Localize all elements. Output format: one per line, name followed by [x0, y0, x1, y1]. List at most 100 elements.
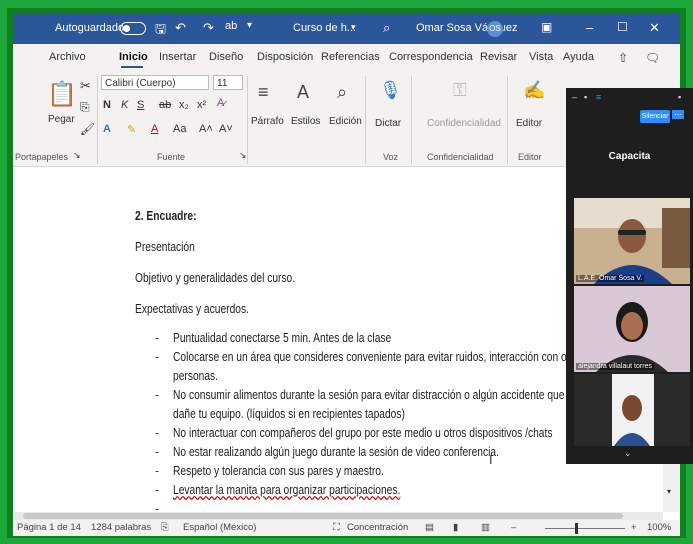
web-layout-icon[interactable]: ▥ [481, 522, 490, 533]
autosave-toggle[interactable] [120, 22, 146, 35]
proofing-icon[interactable]: ⎘ [161, 522, 169, 533]
change-case-icon[interactable]: Aa [173, 123, 186, 135]
group-label-font: Fuente [157, 152, 186, 162]
zoom-out-icon[interactable]: – [511, 522, 516, 533]
participant-video-frame-2 [574, 286, 690, 372]
tab-archivo[interactable]: Archivo [49, 51, 86, 63]
scroll-participants-icon[interactable]: ⌄ [624, 448, 632, 459]
title-bar: Autoguardado 🖫 ↶ ↷ ab ▾ Curso de h... ▾ … [13, 14, 680, 44]
panel-options-icon[interactable]: ▪ [678, 92, 681, 102]
paragraph-label[interactable]: Párrafo [251, 116, 284, 127]
microphone-icon[interactable]: 🎙 [379, 80, 402, 101]
dictate-label[interactable]: Dictar [375, 118, 401, 129]
font-name-select[interactable]: Calibri (Cuerpo) [101, 75, 209, 90]
word-count[interactable]: 1284 palabras [91, 522, 151, 533]
user-avatar[interactable]: OS [487, 21, 503, 37]
panel-minimize-icon[interactable]: – [572, 92, 577, 102]
confidentiality-icon[interactable]: ⚿ [453, 80, 467, 101]
close-icon[interactable]: ✕ [649, 20, 660, 36]
horizontal-scroll-thumb[interactable] [23, 513, 623, 519]
more-options-icon[interactable]: ⋯ [672, 110, 684, 119]
print-layout-icon[interactable]: ▮ [453, 522, 458, 533]
language-status[interactable]: Español (México) [183, 522, 256, 533]
subscript-button[interactable]: x₂ [179, 99, 189, 111]
styles-label[interactable]: Estilos [291, 116, 320, 127]
superscript-button[interactable]: x² [197, 99, 206, 111]
underline-button[interactable]: S [137, 99, 144, 111]
minimize-icon[interactable]: – [586, 20, 593, 35]
tab-disposicion[interactable]: Disposición [257, 51, 313, 63]
focus-mode[interactable]: Concentración [347, 522, 408, 533]
redo-icon[interactable]: ↷ [203, 20, 214, 36]
font-launcher-icon[interactable]: ↘ [239, 150, 247, 161]
confidentiality-label[interactable]: Confidencialidad [427, 118, 501, 129]
search-icon[interactable]: ⌕ [383, 20, 390, 36]
maximize-icon[interactable]: ☐ [617, 20, 628, 34]
silence-button[interactable]: Silenciar [640, 110, 670, 123]
group-label-clipboard: Portapapeles [15, 152, 69, 162]
grow-font-icon[interactable]: A˄ [199, 123, 213, 135]
editor-icon[interactable]: ✍ [523, 80, 545, 101]
autosave-label: Autoguardado [55, 22, 125, 34]
styles-icon[interactable]: A [297, 82, 309, 103]
text-effects-icon[interactable]: A [103, 123, 111, 135]
tab-correspondencia[interactable]: Correspondencia [389, 51, 473, 63]
participant-video[interactable]: alejandra villalaut torres [574, 286, 690, 372]
font-size-select[interactable]: 11 [213, 75, 243, 90]
panel-restore-icon[interactable]: ▪ [584, 92, 587, 102]
bold-button[interactable]: N [103, 99, 111, 111]
undo-icon[interactable]: ↶ [175, 20, 186, 36]
document-name[interactable]: Curso de h... [293, 22, 356, 34]
tab-insertar[interactable]: Insertar [159, 51, 196, 63]
spellcheck-icon[interactable]: ab [225, 20, 237, 32]
comments-icon[interactable]: 🗨 [645, 51, 660, 65]
participant-video-frame-1 [574, 198, 690, 284]
read-mode-icon[interactable]: ▤ [425, 522, 434, 533]
shrink-font-icon[interactable]: A˅ [219, 123, 233, 135]
share-icon[interactable]: ⇧ [618, 51, 628, 65]
tab-ayuda[interactable]: Ayuda [563, 51, 594, 63]
tab-revisar[interactable]: Revisar [480, 51, 517, 63]
editor-label[interactable]: Editor [516, 118, 542, 129]
ribbon-display-icon[interactable]: ▣ [541, 20, 552, 34]
tab-diseno[interactable]: Diseño [209, 51, 243, 63]
horizontal-scrollbar[interactable] [13, 512, 663, 520]
italic-button[interactable]: K [121, 99, 128, 111]
scroll-down-icon[interactable]: ▾ [667, 487, 671, 496]
clear-format-icon[interactable]: A̷ [217, 97, 224, 109]
panel-view-icon[interactable]: ≡ [596, 92, 601, 102]
paste-label[interactable]: Pegar [48, 114, 75, 125]
participant-video[interactable] [574, 374, 690, 446]
tab-vista[interactable]: Vista [529, 51, 553, 63]
zoom-slider-track[interactable] [545, 528, 625, 529]
paragraph: Presentación [135, 240, 195, 254]
editing-label[interactable]: Edición [329, 116, 362, 127]
strikethrough-button[interactable]: ab [159, 99, 171, 111]
doc-name-dropdown-icon[interactable]: ▾ [351, 22, 356, 33]
bullet-item: No interactuar con compañeros del grupo … [173, 426, 553, 440]
paragraph-icon[interactable]: ≡ [258, 82, 269, 103]
tab-inicio[interactable]: Inicio [119, 51, 148, 63]
zoom-slider-thumb[interactable] [575, 523, 578, 534]
customize-qat-icon[interactable]: ▾ [247, 20, 252, 31]
bullet-marker: - [155, 350, 160, 364]
page-count[interactable]: Página 1 de 14 [17, 522, 81, 533]
format-painter-icon[interactable]: 🖌 [80, 122, 95, 136]
highlight-icon[interactable]: ✎ [127, 123, 136, 136]
zoom-level[interactable]: 100% [647, 522, 671, 533]
group-separator [97, 76, 98, 164]
tab-referencias[interactable]: Referencias [321, 51, 380, 63]
zoom-in-icon[interactable]: + [631, 522, 637, 533]
clipboard-launcher-icon[interactable]: ↘ [73, 150, 81, 161]
focus-icon[interactable]: ⛶ [333, 522, 340, 533]
bullet-item: Puntualidad conectarse 5 min. Antes de l… [173, 331, 392, 345]
save-icon[interactable]: 🖫 [155, 20, 166, 42]
participant-video[interactable]: L.A.E. Omar Sosa V. [574, 198, 690, 284]
bullet-item: No consumir alimentos durante la sesión … [173, 388, 565, 402]
font-color-icon[interactable]: A [151, 123, 158, 135]
paste-icon[interactable]: 📋 [47, 80, 77, 109]
copy-icon[interactable]: ⎘ [80, 100, 90, 115]
participant-video-frame-3 [574, 374, 690, 446]
cut-icon[interactable]: ✂ [80, 78, 91, 94]
editing-search-icon[interactable]: ⌕ [337, 82, 347, 103]
